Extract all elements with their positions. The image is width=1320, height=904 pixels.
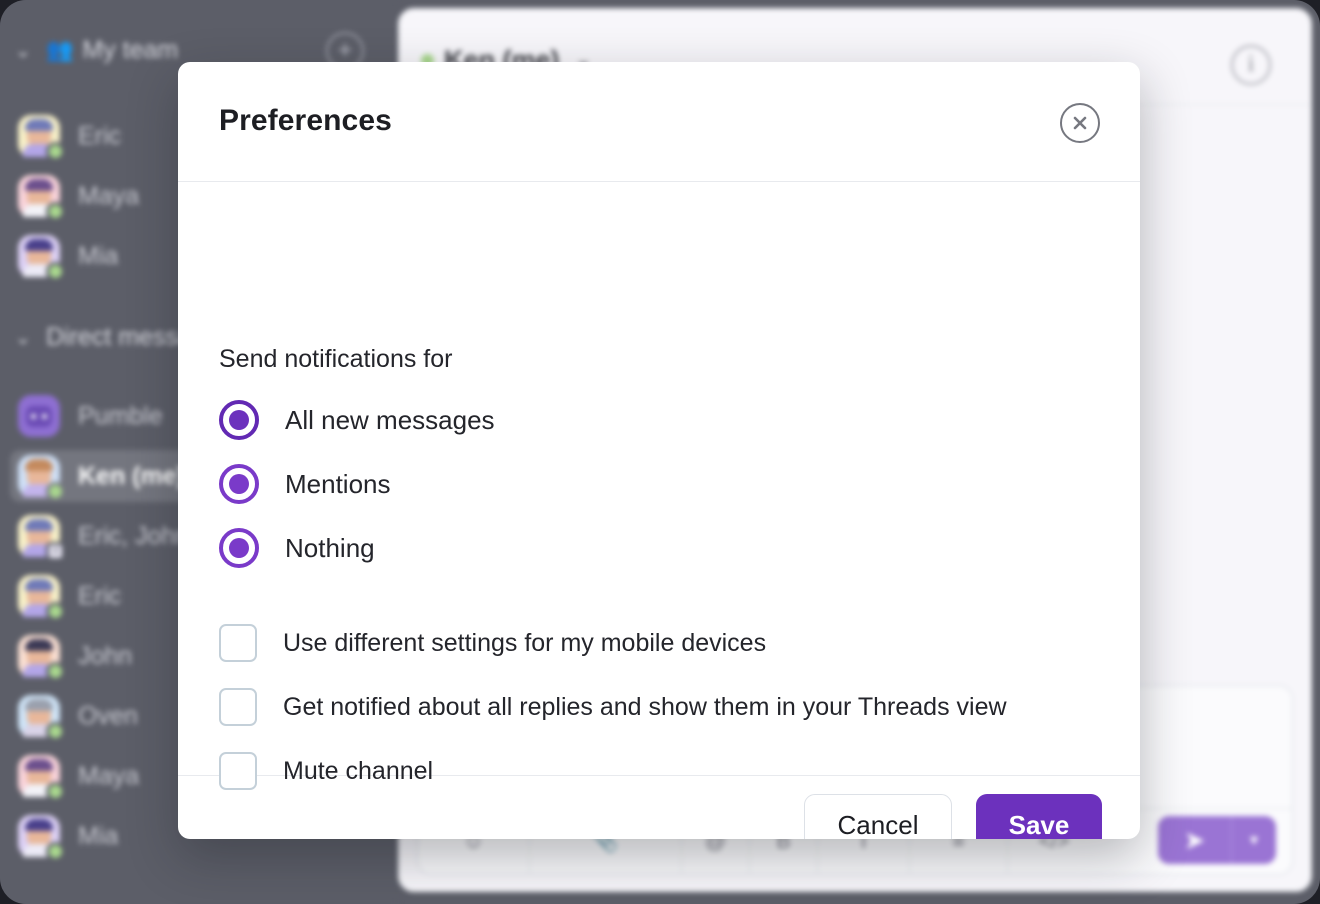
radio-option-label: Nothing [285,532,375,563]
sidebar-item-label: Mia [78,241,119,270]
save-button[interactable]: Save [976,794,1102,839]
avatar [18,575,65,621]
sidebar-item-label: Mia [78,821,119,850]
checkbox-thread-replies[interactable]: Get notified about all replies and show … [219,688,1007,726]
avatar [18,815,65,861]
people-icon: 👥 [46,37,74,62]
checkbox-unchecked-icon[interactable] [219,688,257,726]
avatar: 4 [18,515,65,561]
dialog-body: Send notifications for All new messages … [178,182,1140,790]
cancel-button[interactable]: Cancel [804,794,952,839]
radio-selected-icon[interactable] [219,400,259,440]
dialog-title: Preferences [219,104,392,137]
radio-option-nothing[interactable]: Nothing [219,527,375,569]
radio-selected-icon[interactable] [219,528,259,568]
preferences-dialog: Preferences Send notifications for All n… [178,62,1140,839]
avatar [18,235,65,281]
presence-online-icon [46,602,65,621]
checkbox-mobile-settings[interactable]: Use different settings for my mobile dev… [219,624,766,662]
dialog-header: Preferences [178,62,1140,182]
sidebar-item-label: Eric [78,581,122,610]
presence-online-icon [46,482,65,501]
send-button-group[interactable]: ➤ ▾ [1158,816,1276,864]
sidebar-item-label: Maya [78,761,140,790]
presence-online-icon [46,262,65,281]
radio-selected-icon[interactable] [219,464,259,504]
checkbox-label: Use different settings for my mobile dev… [283,628,767,657]
avatar [18,695,65,741]
close-icon[interactable] [1060,103,1100,143]
avatar [18,175,65,221]
avatar [18,755,65,801]
chevron-down-icon[interactable]: ⌄ [0,38,46,63]
checkbox-unchecked-icon[interactable] [219,624,257,662]
checkbox-label: Get notified about all replies and show … [283,692,1007,721]
sidebar-item-label: Pumble [78,401,163,430]
sidebar-item-label: Maya [78,181,140,210]
presence-online-icon [46,662,65,681]
radio-option-label: All new messages [285,404,495,435]
radio-option-label: Mentions [285,468,391,499]
group-count-badge: 4 [46,542,65,561]
avatar [18,455,65,501]
info-icon[interactable]: i [1231,45,1271,85]
sidebar-item-label: John [78,641,133,670]
sidebar-item-label: Ken (me) [78,461,185,490]
avatar-bot [18,395,60,437]
presence-online-icon [46,782,65,801]
sidebar-section-label: My team [82,35,179,64]
avatar [18,635,65,681]
dialog-actions: Cancel Save [804,794,1102,839]
presence-online-icon [46,842,65,861]
app-window: ⌄ 👥 My team + Eric Maya Mia ⌄ Direct mes… [0,0,1320,904]
presence-online-icon [46,142,65,161]
chevron-down-icon[interactable]: ⌄ [0,325,46,350]
sidebar-item-label: Eric, John [78,521,190,550]
sidebar-item-label: Oven [78,701,138,730]
sidebar-item-label: Eric [78,121,122,150]
send-icon[interactable]: ➤ [1158,816,1232,864]
dialog-footer: Cancel Save [178,776,1140,839]
presence-online-icon [46,202,65,221]
radio-option-all-new-messages[interactable]: All new messages [219,399,495,441]
presence-online-icon [46,722,65,741]
radio-option-mentions[interactable]: Mentions [219,463,391,505]
notifications-section-label: Send notifications for [219,345,453,373]
avatar [18,115,65,161]
chevron-down-icon[interactable]: ▾ [1232,816,1276,864]
